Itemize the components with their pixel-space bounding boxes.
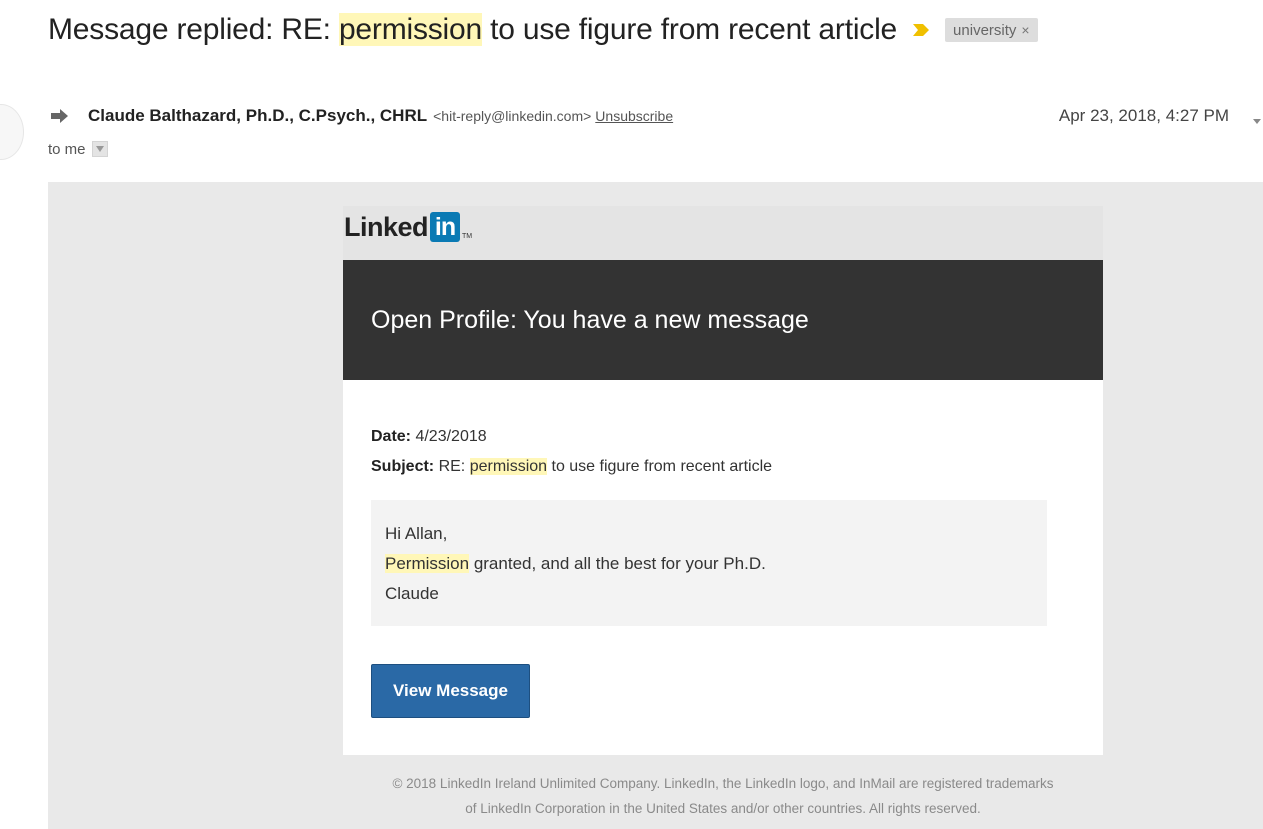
search-highlight: permission	[469, 458, 548, 475]
linkedin-logo: Linked in TM	[344, 211, 473, 242]
sender-email: <hit-reply@linkedin.com>	[433, 108, 592, 124]
message-line: Permission granted, and all the best for…	[385, 554, 766, 573]
card-title: Open Profile: You have a new message	[371, 305, 809, 334]
sender-name[interactable]: Claude Balthazard, Ph.D., C.Psych., CHRL	[88, 106, 427, 126]
message-date: Apr 23, 2018, 4:27 PM	[1058, 106, 1229, 125]
unsubscribe-link[interactable]: Unsubscribe	[595, 108, 673, 124]
remove-label-icon[interactable]: ×	[1021, 22, 1029, 38]
linkedin-in-icon: in	[430, 212, 461, 242]
recipient-label: to me	[48, 140, 86, 158]
show-details-button[interactable]	[91, 141, 108, 157]
legal-footer: © 2018 LinkedIn Ireland Unlimited Compan…	[392, 776, 1054, 816]
message-box: Hi Allan, Permission granted, and all th…	[371, 500, 1047, 626]
message-text: Hi Allan, Permission granted, and all th…	[385, 519, 766, 609]
meta-subject: Subject: RE: permission to use figure fr…	[371, 458, 773, 475]
importance-marker-icon[interactable]	[911, 22, 931, 38]
label-chip-university[interactable]: university ×	[945, 18, 1038, 42]
card-header: Open Profile: You have a new message	[343, 260, 1103, 380]
message-greeting: Hi Allan,	[385, 524, 448, 543]
replied-arrow-icon	[50, 109, 70, 123]
view-message-button[interactable]: View Message	[371, 664, 530, 718]
message-card: Open Profile: You have a new message Dat…	[343, 260, 1103, 755]
search-highlight: permission	[338, 13, 482, 46]
sender-row: Claude Balthazard, Ph.D., C.Psych., CHRL…	[50, 104, 673, 128]
email-body: Linked in TM Open Profile: You have a ne…	[48, 182, 1263, 829]
message-signoff: Claude	[385, 584, 439, 603]
subject-row: Message replied: RE: permission to use f…	[48, 8, 1038, 52]
recipient-row: to me	[48, 138, 108, 160]
avatar	[0, 104, 24, 160]
chevron-down-icon	[95, 146, 104, 152]
email-subject: Message replied: RE: permission to use f…	[48, 13, 898, 46]
more-options-icon[interactable]	[1253, 112, 1261, 124]
search-highlight: Permission	[385, 554, 470, 573]
message-meta: Date: 4/23/2018 Subject: RE: permission …	[371, 422, 772, 482]
meta-date: Date: 4/23/2018	[371, 428, 487, 445]
